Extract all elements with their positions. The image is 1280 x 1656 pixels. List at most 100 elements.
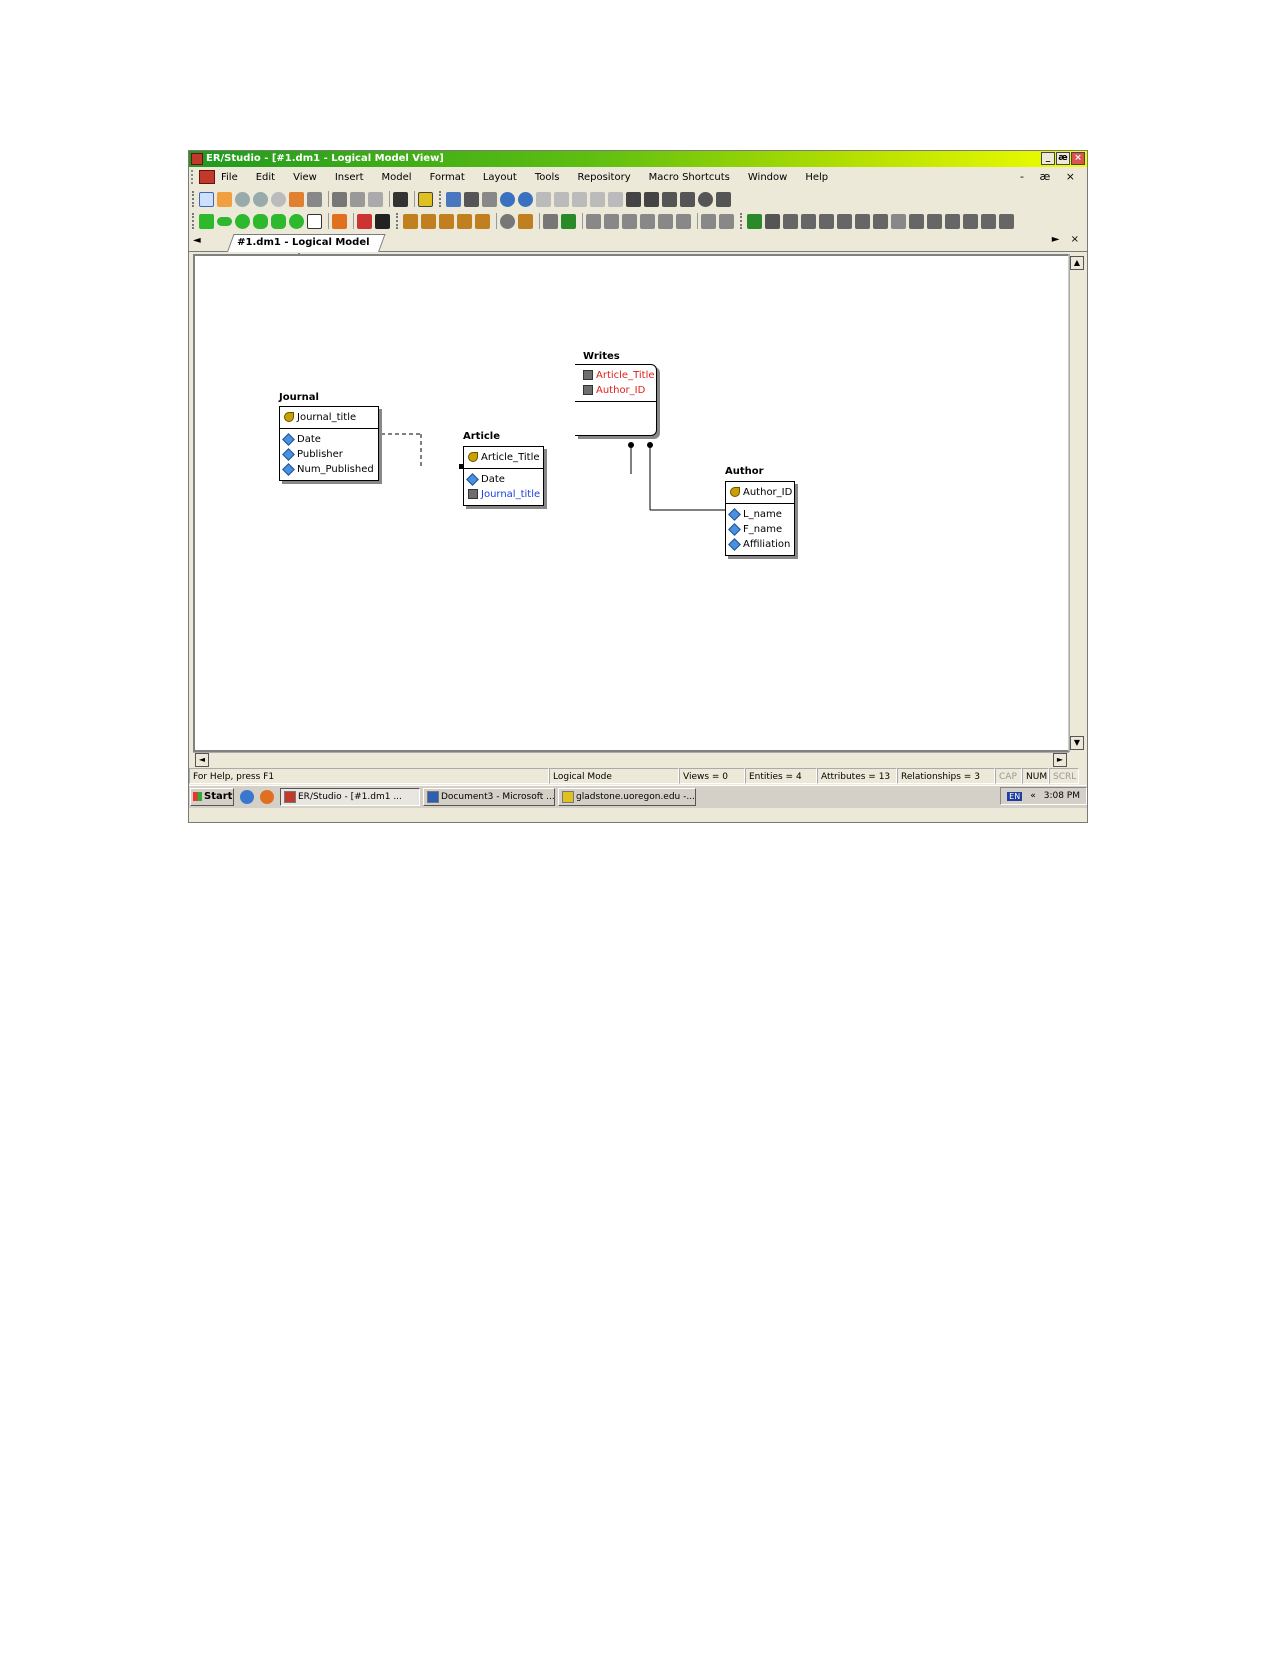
text-icon[interactable]	[375, 213, 390, 229]
align-center-icon[interactable]	[658, 213, 673, 229]
domain-icon[interactable]	[801, 213, 816, 229]
scroll-down-button[interactable]: ▼	[1070, 736, 1084, 750]
minimize-button[interactable]: _	[1041, 152, 1055, 165]
task-gladstone[interactable]: gladstone.uoregon.edu -...	[558, 788, 696, 806]
tab-controls[interactable]: ► ×	[1052, 234, 1083, 245]
language-indicator[interactable]: EN	[1007, 791, 1023, 801]
stack-icon[interactable]	[662, 191, 677, 207]
entity-name-article[interactable]: Article	[463, 431, 500, 442]
internet-explorer-icon[interactable]	[240, 790, 254, 804]
menu-model[interactable]: Model	[382, 172, 412, 183]
grid-icon[interactable]	[716, 191, 731, 207]
menu-tools[interactable]: Tools	[535, 172, 560, 183]
horizontal-scrollbar[interactable]: ◄ ►	[193, 752, 1069, 767]
pk-row[interactable]: Article_Title	[468, 450, 540, 465]
zoom-in-icon[interactable]	[235, 191, 250, 207]
attribute-row[interactable]: Date	[282, 432, 374, 447]
menu-macro-shortcuts[interactable]: Macro Shortcuts	[649, 172, 730, 183]
tab-scroll-left[interactable]: ◄	[193, 235, 201, 246]
align-right-icon[interactable]	[622, 213, 637, 229]
data-dictionary-icon[interactable]	[783, 213, 798, 229]
attribute-row[interactable]: Date	[466, 472, 539, 487]
network-icon[interactable]	[518, 213, 533, 229]
view-icon[interactable]	[464, 191, 479, 207]
cut-icon[interactable]	[332, 191, 347, 207]
tray-expand-icon[interactable]: «	[1030, 791, 1036, 801]
remove-icon[interactable]	[561, 213, 576, 229]
properties-icon[interactable]	[418, 191, 433, 207]
align-left-icon[interactable]	[586, 213, 601, 229]
document-icon[interactable]	[199, 170, 215, 184]
pie-icon[interactable]	[698, 191, 713, 207]
menu-help[interactable]: Help	[805, 172, 828, 183]
subtype-icon[interactable]	[500, 191, 515, 207]
entity-name-author[interactable]: Author	[725, 466, 764, 477]
entity-name-writes[interactable]: Writes	[583, 351, 620, 362]
polygon-icon[interactable]	[253, 213, 268, 229]
vertical-scrollbar[interactable]: ▲ ▼	[1069, 254, 1085, 752]
task-er-studio[interactable]: ER/Studio - [#1.dm1 ...	[280, 788, 420, 806]
attribute-row[interactable]: L_name	[728, 507, 790, 522]
menu-format[interactable]: Format	[430, 172, 465, 183]
reference-icon[interactable]	[819, 213, 834, 229]
tree-layout-icon[interactable]	[475, 213, 490, 229]
menu-repository[interactable]: Repository	[577, 172, 630, 183]
reverse-engineer-icon[interactable]	[963, 213, 978, 229]
generate-icon[interactable]	[945, 213, 960, 229]
auto-layout-icon[interactable]	[403, 213, 418, 229]
hierarchical-layout-icon[interactable]	[439, 213, 454, 229]
scroll-up-button[interactable]: ▲	[1070, 256, 1084, 270]
align-top-icon[interactable]	[604, 213, 619, 229]
arrow-right-icon[interactable]	[332, 213, 347, 229]
task-word-document[interactable]: Document3 - Microsoft ...	[423, 788, 555, 806]
entity-icon[interactable]	[446, 191, 461, 207]
hand-icon[interactable]	[217, 191, 232, 207]
format-painter-icon[interactable]	[393, 191, 408, 207]
refresh-icon[interactable]	[307, 191, 322, 207]
ellipse-icon[interactable]	[235, 213, 250, 229]
entity-writes[interactable]: Article_Title Author_ID	[575, 364, 657, 436]
menu-insert[interactable]: Insert	[335, 172, 364, 183]
entity-author[interactable]: Author_ID L_name F_name Affiliation	[725, 481, 795, 556]
default-icon[interactable]	[855, 213, 870, 229]
copy-icon[interactable]	[350, 191, 365, 207]
scroll-left-button[interactable]: ◄	[195, 753, 209, 767]
submodel-icon[interactable]	[765, 213, 780, 229]
restore-button[interactable]: æ	[1056, 152, 1070, 165]
close-button[interactable]: ×	[1071, 152, 1085, 165]
table-icon[interactable]	[644, 191, 659, 207]
pan-icon[interactable]	[289, 191, 304, 207]
one-to-one-icon[interactable]	[590, 191, 605, 207]
scroll-right-button[interactable]: ►	[1053, 753, 1067, 767]
orthogonal-layout-icon[interactable]	[457, 213, 472, 229]
report-icon[interactable]	[891, 213, 906, 229]
entity-article[interactable]: Article_Title Date Journal_title	[463, 446, 544, 506]
pk-row[interactable]: Author_ID	[583, 383, 652, 398]
circular-layout-icon[interactable]	[421, 213, 436, 229]
cluster-icon[interactable]	[518, 191, 533, 207]
text-box-icon[interactable]	[357, 213, 372, 229]
space-vertical-icon[interactable]	[719, 213, 734, 229]
paste-icon[interactable]	[368, 191, 383, 207]
diagram-canvas[interactable]: Journal Journal_title Date Publisher Num…	[193, 254, 1069, 752]
mdi-controls[interactable]: - æ ×	[1020, 170, 1081, 183]
pk-row[interactable]: Journal_title	[284, 410, 374, 425]
select-pointer-icon[interactable]	[199, 191, 214, 207]
menu-edit[interactable]: Edit	[256, 172, 275, 183]
attribute-row[interactable]: Publisher	[282, 447, 374, 462]
arrow-icon[interactable]	[626, 191, 641, 207]
pk-row[interactable]: Article_Title	[583, 368, 655, 383]
align-bottom-icon[interactable]	[640, 213, 655, 229]
pk-row[interactable]: Author_ID	[730, 485, 792, 500]
compare-icon[interactable]	[909, 213, 924, 229]
security-icon[interactable]	[999, 213, 1014, 229]
start-button[interactable]: Start	[190, 788, 234, 806]
menu-layout[interactable]: Layout	[483, 172, 517, 183]
zoom-out-icon[interactable]	[253, 191, 268, 207]
non-identifying-rel-icon[interactable]	[554, 191, 569, 207]
rule-icon[interactable]	[837, 213, 852, 229]
anchor-icon[interactable]	[543, 213, 558, 229]
title-bar[interactable]: ER/Studio - [#1.dm1 - Logical Model View…	[189, 151, 1087, 167]
identifying-rel-icon[interactable]	[536, 191, 551, 207]
attribute-row[interactable]: Num_Published	[282, 462, 374, 477]
